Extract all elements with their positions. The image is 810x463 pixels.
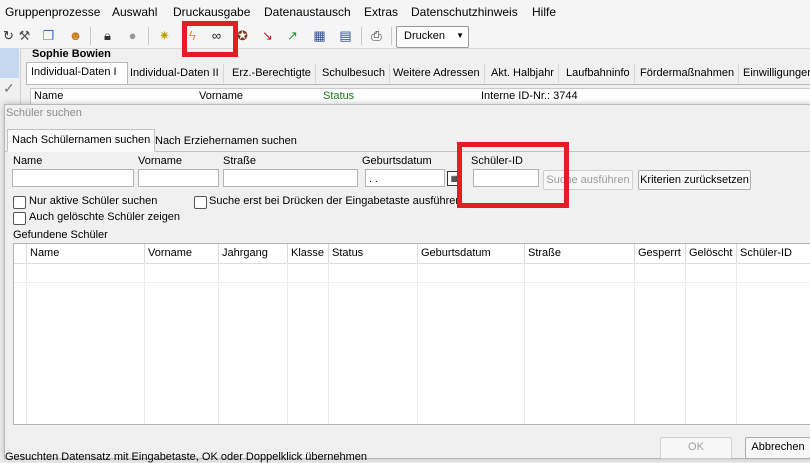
checkmark-icon: ✓: [3, 80, 15, 96]
col-name[interactable]: Name: [26, 244, 144, 263]
show-deleted-checkbox[interactable]: [13, 212, 26, 225]
field-label-status: Status: [323, 90, 355, 102]
vorname-input[interactable]: [138, 169, 219, 187]
highlight-schueler-id: [457, 142, 569, 208]
menu-bar: Gruppenprozesse Auswahl Druckausgabe Dat…: [0, 0, 810, 24]
menu-druckausgabe[interactable]: Druckausgabe: [173, 5, 250, 19]
menu-gruppenprozesse[interactable]: Gruppenprozesse: [5, 5, 100, 19]
col-jahrgang[interactable]: Jahrgang: [218, 244, 287, 263]
menu-extras[interactable]: Extras: [364, 5, 398, 19]
tab-weitere-adressen[interactable]: Weitere Adressen: [389, 64, 485, 83]
tab-schulbesuch[interactable]: Schulbesuch: [318, 64, 390, 83]
strasse-input[interactable]: [223, 169, 358, 187]
ok-button[interactable]: OK: [660, 437, 732, 459]
menu-datenschutzhinweis[interactable]: Datenschutzhinweis: [411, 5, 518, 19]
tab-individual-daten-2[interactable]: Individual-Daten II: [126, 64, 224, 83]
results-table[interactable]: Name Vorname Jahrgang Klasse Status Gebu…: [13, 243, 810, 425]
field-label-name: Name: [34, 90, 64, 102]
search-on-enter-label: Suche erst bei Drücken der Eingabetaste …: [209, 195, 462, 207]
menu-datenaustausch[interactable]: Datenaustausch: [264, 5, 351, 19]
tab-einwilligungen[interactable]: Einwilligungen: [739, 64, 810, 83]
copy-icon[interactable]: ❐: [40, 27, 57, 44]
col-gesperrt[interactable]: Gesperrt: [634, 244, 685, 263]
field-label-vorname: Vorname: [199, 90, 244, 102]
tab-search-guardian-name[interactable]: Nach Erziehernamen suchen: [151, 131, 301, 151]
col-status[interactable]: Status: [328, 244, 417, 263]
form-icon[interactable]: ▤: [337, 27, 354, 44]
search-on-enter-checkbox[interactable]: [194, 196, 207, 209]
dialog-tabs: Nach Schülernamen suchen Nach Erzieherna…: [5, 129, 810, 152]
strasse-label: Straße: [223, 155, 257, 167]
printer-icon[interactable]: ⎙: [368, 27, 385, 44]
lock-gray-icon[interactable]: ●: [124, 27, 141, 44]
active-only-checkbox[interactable]: [13, 196, 26, 209]
name-label: Name: [13, 155, 43, 167]
chart-up-icon[interactable]: ↗: [284, 27, 301, 44]
selected-marker: [0, 48, 19, 78]
geburtsdatum-input[interactable]: . .: [365, 169, 445, 187]
col-klasse[interactable]: Klasse: [287, 244, 328, 263]
chart-down-icon[interactable]: ↘: [259, 27, 276, 44]
toolbar: ↻ ⚒ ❐ ☻ 🔒︎ ● ✷ ϟ ∞ ✪ ↘ ↗ ▦ ▤ ⎙ Drucken ▼: [0, 24, 810, 49]
dialog-title: Schüler suchen: [6, 107, 82, 119]
tools-icon[interactable]: ⚒: [16, 27, 33, 44]
col-strasse[interactable]: Straße: [524, 244, 634, 263]
geburtsdatum-label: Geburtsdatum: [362, 155, 432, 167]
tab-erz-berechtigte[interactable]: Erz.-Berechtigte: [228, 64, 316, 83]
tab-individual-daten-1[interactable]: Individual-Daten I: [26, 62, 128, 84]
person-icon[interactable]: ☻: [67, 27, 84, 44]
menu-auswahl[interactable]: Auswahl: [112, 5, 157, 19]
active-only-label: Nur aktive Schüler suchen: [29, 195, 158, 207]
results-table-header: Name Vorname Jahrgang Klasse Status Gebu…: [14, 244, 810, 264]
background-tabs: Individual-Daten I Individual-Daten II E…: [26, 62, 810, 85]
refresh-icon[interactable]: ↻: [0, 27, 17, 44]
print-dropdown-label: Drucken: [404, 30, 445, 42]
chevron-down-icon: ▼: [456, 31, 464, 40]
cancel-button[interactable]: Abbrechen: [745, 437, 810, 459]
internal-id: Interne ID-Nr.: 3744: [481, 90, 578, 102]
vorname-label: Vorname: [138, 155, 183, 167]
col-geburtsdatum[interactable]: Geburtsdatum: [417, 244, 524, 263]
search-dialog: Schüler suchen Nach Schülernamen suchen …: [4, 104, 810, 463]
calendar-icon[interactable]: ▦: [311, 27, 328, 44]
tab-foerdermassnahmen[interactable]: Fördermaßnahmen: [636, 64, 740, 83]
status-hint: Gesuchten Datensatz mit Eingabetaste, OK…: [5, 451, 367, 463]
highlight-binoculars: [182, 21, 238, 57]
show-deleted-label: Auch gelöschte Schüler zeigen: [29, 211, 181, 223]
tab-laufbahninfo[interactable]: Laufbahninfo: [562, 64, 635, 83]
col-schueler-id[interactable]: Schüler-ID: [736, 244, 810, 263]
results-label: Gefundene Schüler: [13, 229, 108, 241]
tab-search-student-name[interactable]: Nach Schülernamen suchen: [7, 129, 156, 152]
col-geloescht[interactable]: Gelöscht: [685, 244, 736, 263]
reset-criteria-button[interactable]: Kriterien zurücksetzen: [638, 170, 751, 190]
name-input[interactable]: [12, 169, 134, 187]
print-dropdown[interactable]: Drucken ▼: [396, 26, 469, 48]
tab-akt-halbjahr[interactable]: Akt. Halbjahr: [487, 64, 559, 83]
star-wand-icon[interactable]: ✷: [156, 27, 173, 44]
person-name: Sophie Bowien: [32, 48, 111, 60]
menu-hilfe[interactable]: Hilfe: [532, 5, 556, 19]
col-vorname[interactable]: Vorname: [144, 244, 218, 263]
lock-icon[interactable]: 🔒︎: [99, 27, 116, 44]
